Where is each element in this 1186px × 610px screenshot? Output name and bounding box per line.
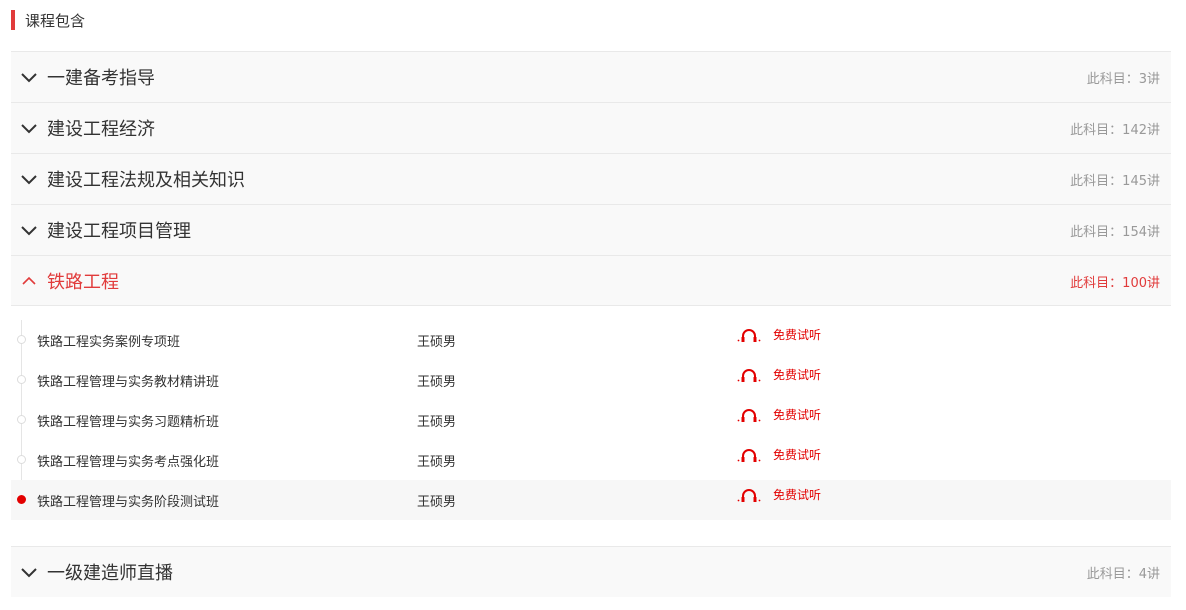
lesson-teacher: 王硕男 (417, 454, 457, 470)
lesson-row[interactable]: 铁路工程管理与实务考点强化班 王硕男 免费试听 (11, 440, 1171, 480)
section-accent-bar (11, 10, 15, 30)
headphones-icon (737, 448, 761, 462)
free-trial-button[interactable]: 免费试听 (737, 446, 821, 463)
subject-lesson-count: 此科目：142讲 (1070, 123, 1160, 138)
subject-name: 一建备考指导 (47, 68, 155, 89)
lesson-row[interactable]: 铁路工程管理与实务习题精析班 王硕男 免费试听 (11, 400, 1171, 440)
chevron-down-icon (11, 205, 47, 256)
subject-lesson-count: 此科目：100讲 (1070, 276, 1160, 291)
subject-name: 铁路工程 (47, 271, 119, 293)
subject-name: 一级建造师直播 (47, 563, 173, 584)
headphones-icon (737, 488, 761, 502)
timeline-dot-active (17, 495, 26, 504)
course-accordion: 一建备考指导 此科目：3讲 建设工程经济 此科目：142讲 建设工程法规及相关知… (11, 51, 1171, 597)
section-title: 课程包含 (25, 11, 86, 30)
timeline-dot (17, 455, 26, 464)
headphones-icon (737, 408, 761, 422)
subject-row-expanded[interactable]: 铁路工程 此科目：100讲 (11, 255, 1171, 306)
lesson-teacher: 王硕男 (417, 494, 457, 510)
subject-lesson-count: 此科目：145讲 (1070, 174, 1160, 189)
subject-lesson-count: 此科目：4讲 (1086, 567, 1160, 582)
timeline-dot (17, 375, 26, 384)
lesson-title[interactable]: 铁路工程管理与实务阶段测试班 (37, 491, 219, 510)
subject-row[interactable]: 建设工程经济 此科目：142讲 (11, 102, 1171, 153)
chevron-down-icon (11, 154, 47, 205)
chevron-down-icon (11, 103, 47, 154)
free-trial-button[interactable]: 免费试听 (737, 406, 821, 423)
chevron-down-icon (11, 52, 47, 103)
chevron-down-icon (11, 547, 47, 598)
headphones-icon (737, 328, 761, 342)
headphones-icon (737, 368, 761, 382)
free-trial-label: 免费试听 (773, 368, 822, 382)
lesson-row-active[interactable]: 铁路工程管理与实务阶段测试班 王硕男 免费试听 (11, 480, 1171, 520)
subject-row[interactable]: 建设工程项目管理 此科目：154讲 (11, 204, 1171, 255)
subject-lesson-count: 此科目：154讲 (1070, 225, 1160, 240)
subject-row[interactable]: 一级建造师直播 此科目：4讲 (11, 546, 1171, 597)
lesson-row[interactable]: 铁路工程管理与实务教材精讲班 王硕男 免费试听 (11, 360, 1171, 400)
free-trial-button[interactable]: 免费试听 (737, 366, 821, 383)
subject-name: 建设工程经济 (47, 119, 155, 140)
lesson-row[interactable]: 铁路工程实务案例专项班 王硕男 免费试听 (11, 320, 1171, 360)
subject-name: 建设工程项目管理 (47, 221, 191, 242)
free-trial-button[interactable]: 免费试听 (737, 486, 821, 503)
subject-name: 建设工程法规及相关知识 (47, 170, 245, 191)
lesson-teacher: 王硕男 (417, 414, 457, 430)
lesson-teacher: 王硕男 (417, 374, 457, 390)
chevron-up-icon (11, 255, 47, 306)
free-trial-label: 免费试听 (773, 328, 822, 342)
free-trial-button[interactable]: 免费试听 (737, 326, 821, 343)
lesson-title[interactable]: 铁路工程管理与实务考点强化班 (37, 451, 219, 470)
subject-row[interactable]: 建设工程法规及相关知识 此科目：145讲 (11, 153, 1171, 204)
timeline-dot (17, 415, 26, 424)
timeline-dot (17, 335, 26, 344)
lesson-title[interactable]: 铁路工程管理与实务习题精析班 (37, 411, 219, 430)
subject-row[interactable]: 一建备考指导 此科目：3讲 (11, 51, 1171, 102)
section-header: 课程包含 (11, 10, 85, 30)
lesson-title[interactable]: 铁路工程管理与实务教材精讲班 (37, 371, 219, 390)
subject-lesson-count: 此科目：3讲 (1086, 72, 1160, 87)
lesson-title[interactable]: 铁路工程实务案例专项班 (37, 331, 180, 350)
free-trial-label: 免费试听 (773, 408, 822, 422)
lesson-list: 铁路工程实务案例专项班 王硕男 免费试听 铁路工程管理与实务教材精讲班 王硕男 (11, 306, 1171, 536)
lesson-teacher: 王硕男 (417, 334, 457, 350)
free-trial-label: 免费试听 (773, 488, 822, 502)
free-trial-label: 免费试听 (773, 448, 822, 462)
